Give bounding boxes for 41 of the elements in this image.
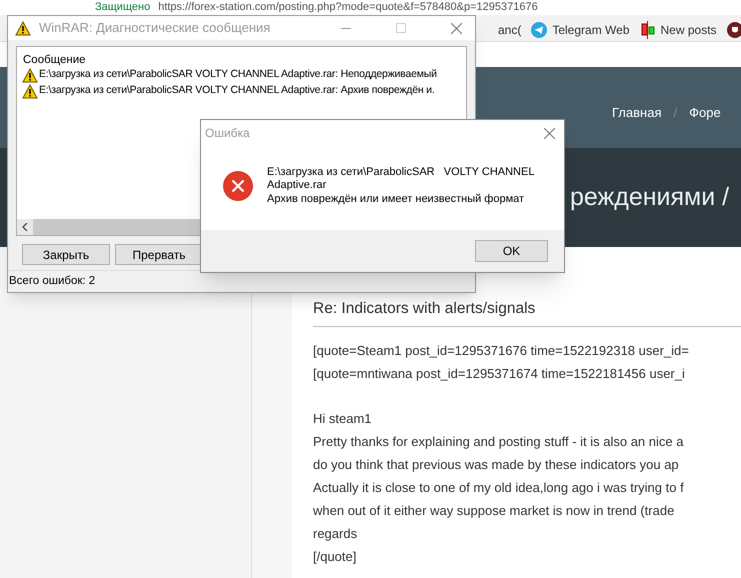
post-text-line: when out of it either way suppose market is now in trend (trade [313,502,676,520]
error-message-line: Архив повреждён или имеет неизвестный формат [267,192,526,206]
error-icon [223,171,253,201]
bookmark-link[interactable]: anc( [498,20,522,38]
post-text-line: Pretty thanks for explaining and posting stuff - it is also an nice a [313,433,684,452]
dialog-button[interactable]: Прервать [115,244,203,265]
shield-icon [726,22,741,38]
nav-link[interactable]: Форе [689,102,721,122]
post-text-line: [/quote] [313,548,358,566]
close-icon[interactable] [451,22,462,34]
security-label: Защищено [95,1,150,14]
url-text[interactable]: https://forex-station.com/posting.php?mode=quote&f=578480&p=1295371676 [158,1,538,14]
ok-button[interactable]: OK [475,240,548,262]
column-header: Сообщение [22,53,87,67]
nav-link[interactable]: Главная [612,102,662,122]
post-text-line: regards [313,525,358,544]
post-text-line: Actually it is close to one of my old idea,long ago i was trying to f [313,479,685,498]
page-heading: реждениями / [570,182,730,213]
post-text-line: [quote=mntiwana post_id=1295371674 time=1522181456 user_i [313,365,686,384]
warning-icon [22,84,38,98]
error-message-line: Adaptive.rar [267,179,328,193]
close-icon[interactable] [544,128,555,138]
candlestick-icon [640,20,656,38]
post-title: Re: Indicators with alerts/signals [313,297,741,328]
bookmark-link[interactable] [726,22,741,38]
bookmark-link[interactable]: Telegram Web [531,20,630,38]
dialog-button[interactable]: Закрыть [22,244,110,265]
dialog-title: Ошибка [205,125,250,142]
post-text-line: Hi steam1 [313,410,373,428]
post-text-line: do you think that previous was made by these indicators you ap [313,456,680,474]
status-text: Всего ошибок: 2 [9,274,96,289]
message-row[interactable]: E:\загрузка из сети\ParabolicSAR VOLTY CHANNEL Adaptive.rar: Неподдерживаемый [17,67,466,83]
message-row[interactable]: E:\загрузка из сети\ParabolicSAR VOLTY CHANNEL Adaptive.rar: Архив повреждён и. [17,83,466,99]
warning-icon [15,20,31,36]
bookmark-link[interactable]: New posts [640,20,717,38]
post-text-line: [quote=Steam1 post_id=1295371676 time=1522192318 user_id= [313,342,690,360]
error-message-line: E:\загрузка из сети\ParabolicSAR VOLTY CHANNEL [267,166,534,180]
paper-plane-icon [531,22,548,38]
warning-icon [22,68,38,82]
nav-separator: / [673,104,678,122]
window-title: WinRAR: Диагностические сообщения [39,19,270,38]
